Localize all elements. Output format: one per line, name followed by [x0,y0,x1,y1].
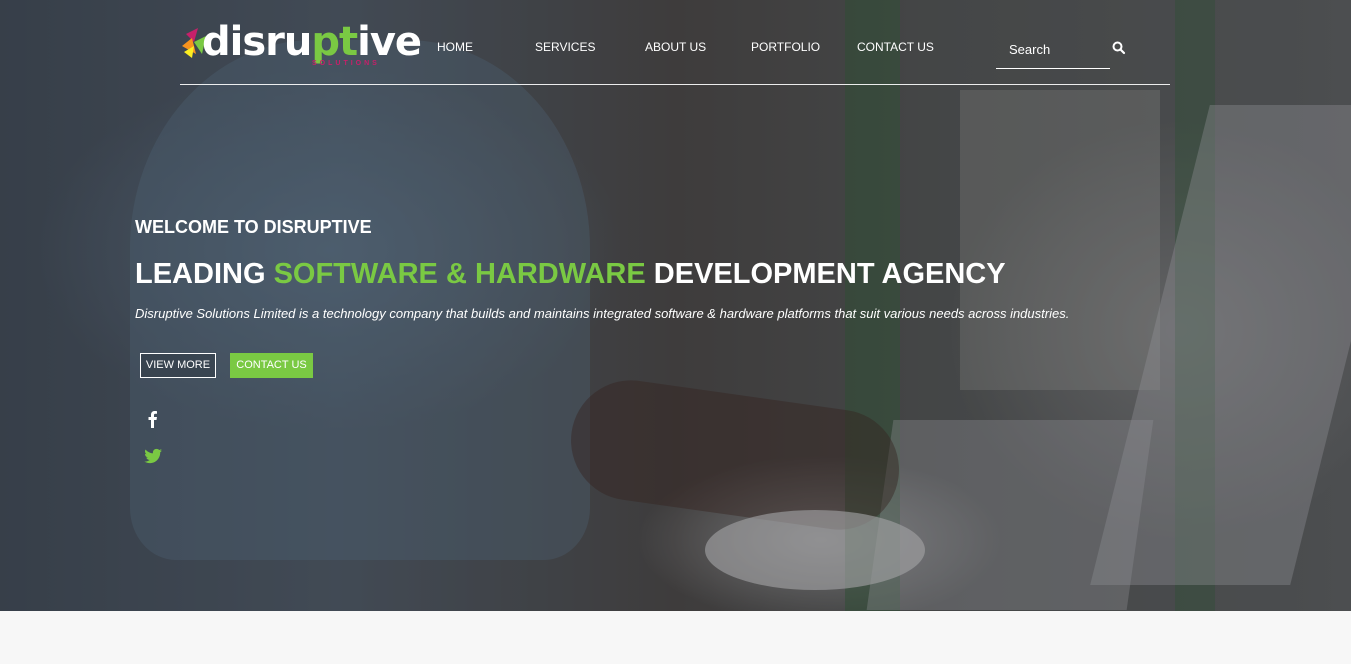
search-box [996,30,1126,69]
logo[interactable]: disruptive SOLUTIONS [180,18,422,70]
hero-section: disruptive SOLUTIONS HOME SERVICES ABOUT… [0,0,1351,611]
nav-item-home[interactable]: HOME [437,40,473,54]
logo-text: disruptive [202,19,422,65]
nav-item-services[interactable]: SERVICES [535,40,595,54]
search-input[interactable] [996,38,1111,60]
nav-item-portfolio[interactable]: PORTFOLIO [751,40,820,54]
contact-us-button[interactable]: CONTACT US [230,353,313,378]
nav-item-about-us[interactable]: ABOUT US [645,40,706,54]
hero-headline: LEADING SOFTWARE & HARDWARE DEVELOPMENT … [135,258,1006,291]
site-header: disruptive SOLUTIONS HOME SERVICES ABOUT… [180,0,1170,85]
facebook-icon[interactable] [143,409,163,429]
headline-part-1: LEADING [135,258,274,290]
twitter-icon[interactable] [143,446,163,466]
headline-accent: SOFTWARE & HARDWARE [273,258,646,290]
view-more-button[interactable]: VIEW MORE [140,353,216,378]
below-hero-section [0,611,1351,664]
hero-tagline: Disruptive Solutions Limited is a techno… [135,306,1070,321]
headline-part-2: DEVELOPMENT AGENCY [645,258,1006,290]
search-icon[interactable] [1112,41,1126,55]
welcome-heading: WELCOME TO DISRUPTIVE [135,217,372,237]
nav-item-contact-us[interactable]: CONTACT US [857,40,934,54]
logo-subtitle: SOLUTIONS [312,60,380,67]
